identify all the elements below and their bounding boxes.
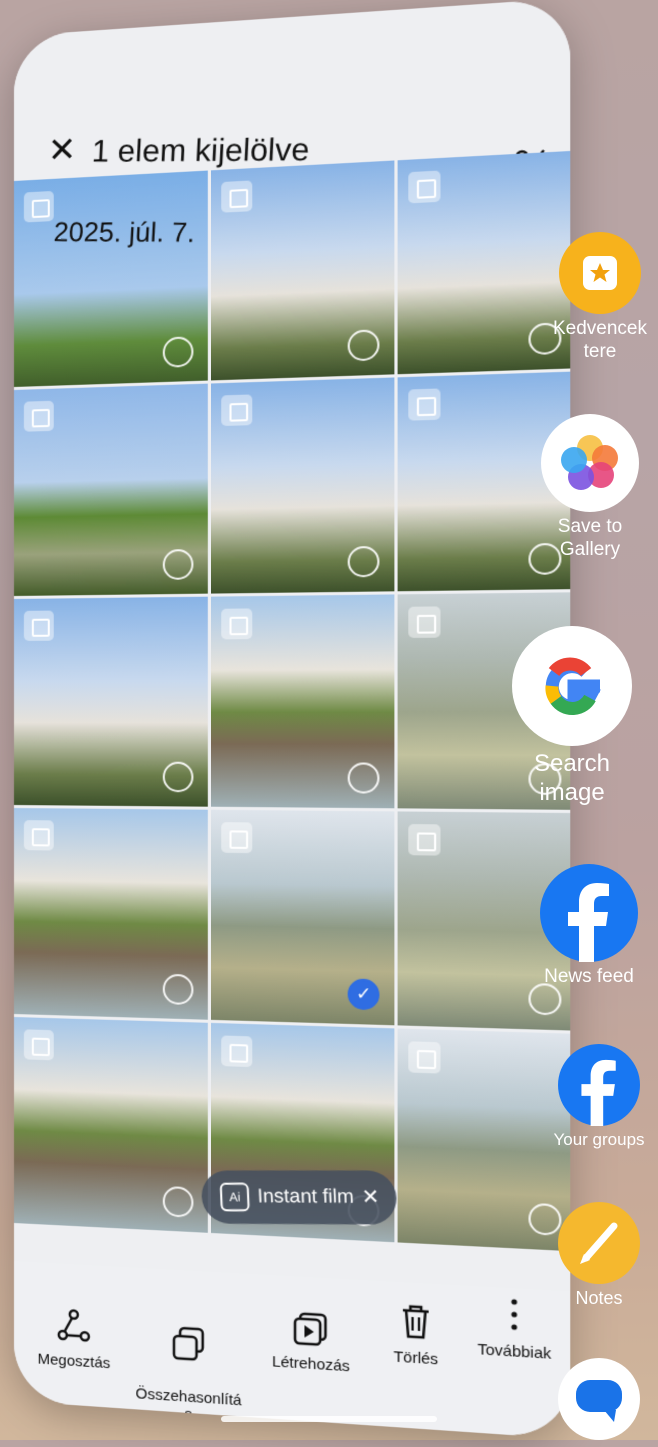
expand-icon[interactable] bbox=[408, 388, 441, 421]
more-vertical-icon bbox=[511, 1299, 518, 1330]
shortcut-label: Search image bbox=[533, 750, 611, 806]
trash-icon bbox=[395, 1300, 436, 1342]
compare-button[interactable]: Összehasonlítá s bbox=[132, 1304, 245, 1427]
expand-icon[interactable] bbox=[408, 1041, 441, 1074]
shortcut-kedvencek-tere[interactable]: Kedvencek tere bbox=[548, 232, 652, 364]
create-icon bbox=[291, 1307, 331, 1349]
checkbox[interactable] bbox=[347, 762, 380, 794]
facebook-icon bbox=[540, 864, 638, 962]
pencil-icon bbox=[558, 1202, 640, 1284]
shortcut-label: News feed bbox=[544, 966, 634, 987]
gallery-flower-icon bbox=[541, 414, 639, 512]
selection-header: ✕ 1 elem kijelölve bbox=[14, 0, 571, 181]
photo-thumbnail[interactable] bbox=[210, 160, 395, 381]
expand-icon[interactable] bbox=[23, 820, 54, 851]
photo-thumbnail[interactable]: ✓ bbox=[210, 809, 395, 1026]
checkbox[interactable] bbox=[162, 761, 193, 793]
expand-icon[interactable] bbox=[408, 170, 441, 204]
shortcut-your-groups[interactable]: Your groups bbox=[546, 1044, 652, 1150]
expand-icon[interactable] bbox=[23, 1029, 54, 1061]
shortcut-save-to-gallery[interactable]: Save to Gallery bbox=[538, 414, 642, 562]
facebook-icon bbox=[558, 1044, 640, 1126]
photo-thumbnail[interactable] bbox=[14, 170, 208, 387]
share-button[interactable]: Megosztás bbox=[24, 1304, 124, 1374]
star-folder-icon bbox=[559, 232, 641, 314]
compare-icon bbox=[169, 1323, 208, 1364]
photo-grid: ✓ bbox=[14, 150, 571, 1291]
gallery-card: ✕ 1 elem kijelölve 2025. júl. 7. ✓ Ai In… bbox=[14, 0, 571, 1440]
share-label: Megosztás bbox=[37, 1350, 111, 1373]
checkbox[interactable] bbox=[162, 1185, 193, 1218]
shortcut-label: Kedvencek tere bbox=[552, 318, 647, 362]
action-bar: Megosztás Összehasonlítá s Létrehozás Tö… bbox=[14, 1261, 571, 1440]
create-label: Létrehozás bbox=[271, 1353, 350, 1376]
photo-thumbnail[interactable] bbox=[210, 377, 395, 594]
shortcut-label: Save to Gallery bbox=[557, 516, 623, 560]
close-icon[interactable]: ✕ bbox=[48, 130, 76, 170]
expand-icon[interactable] bbox=[23, 400, 54, 432]
checkbox[interactable] bbox=[162, 549, 193, 580]
chat-bubble-icon bbox=[558, 1358, 640, 1440]
selection-title: 1 elem kijelölve bbox=[91, 131, 311, 169]
checkbox[interactable] bbox=[347, 329, 380, 362]
expand-icon[interactable] bbox=[23, 610, 54, 641]
photo-thumbnail[interactable] bbox=[14, 1017, 208, 1233]
checkbox[interactable] bbox=[162, 973, 193, 1006]
dismiss-icon[interactable]: ✕ bbox=[360, 1171, 380, 1225]
checked-icon[interactable]: ✓ bbox=[347, 978, 380, 1011]
expand-icon[interactable] bbox=[23, 190, 54, 223]
google-g-icon bbox=[512, 626, 632, 746]
shortcut-messages[interactable] bbox=[558, 1358, 640, 1444]
expand-icon[interactable] bbox=[220, 394, 252, 427]
share-icon bbox=[55, 1305, 93, 1346]
photo-thumbnail[interactable] bbox=[14, 808, 208, 1020]
shortcut-label: Your groups bbox=[553, 1130, 645, 1149]
shortcut-search-image[interactable]: Search image bbox=[512, 626, 632, 808]
checkbox[interactable] bbox=[162, 336, 193, 368]
expand-icon[interactable] bbox=[408, 606, 441, 638]
more-label: Továbbiak bbox=[477, 1340, 552, 1363]
expand-icon[interactable] bbox=[220, 822, 252, 854]
photo-thumbnail[interactable] bbox=[397, 150, 571, 375]
shortcut-notes[interactable]: Notes bbox=[552, 1202, 646, 1310]
shortcut-label: Notes bbox=[575, 1288, 623, 1308]
ai-icon: Ai bbox=[219, 1182, 250, 1212]
expand-icon[interactable] bbox=[220, 180, 252, 213]
home-indicator[interactable] bbox=[221, 1416, 437, 1422]
date-label: 2025. júl. 7. bbox=[53, 216, 196, 248]
create-button[interactable]: Létrehozás bbox=[253, 1305, 369, 1377]
photo-thumbnail[interactable] bbox=[397, 1028, 571, 1252]
instant-film-chip[interactable]: Ai Instant film ✕ bbox=[200, 1170, 398, 1225]
photo-thumbnail[interactable] bbox=[14, 383, 208, 596]
checkbox[interactable] bbox=[347, 545, 380, 578]
expand-icon[interactable] bbox=[220, 1035, 252, 1068]
delete-button[interactable]: Törlés bbox=[373, 1299, 459, 1370]
photo-thumbnail[interactable] bbox=[14, 596, 208, 807]
expand-icon[interactable] bbox=[408, 824, 441, 856]
expand-icon[interactable] bbox=[220, 608, 252, 640]
photo-thumbnail[interactable] bbox=[210, 594, 395, 809]
instant-film-label: Instant film bbox=[257, 1185, 355, 1208]
shortcut-news-feed[interactable]: News feed bbox=[534, 864, 644, 989]
more-button[interactable]: Továbbiak bbox=[465, 1292, 563, 1364]
delete-label: Törlés bbox=[393, 1348, 439, 1369]
